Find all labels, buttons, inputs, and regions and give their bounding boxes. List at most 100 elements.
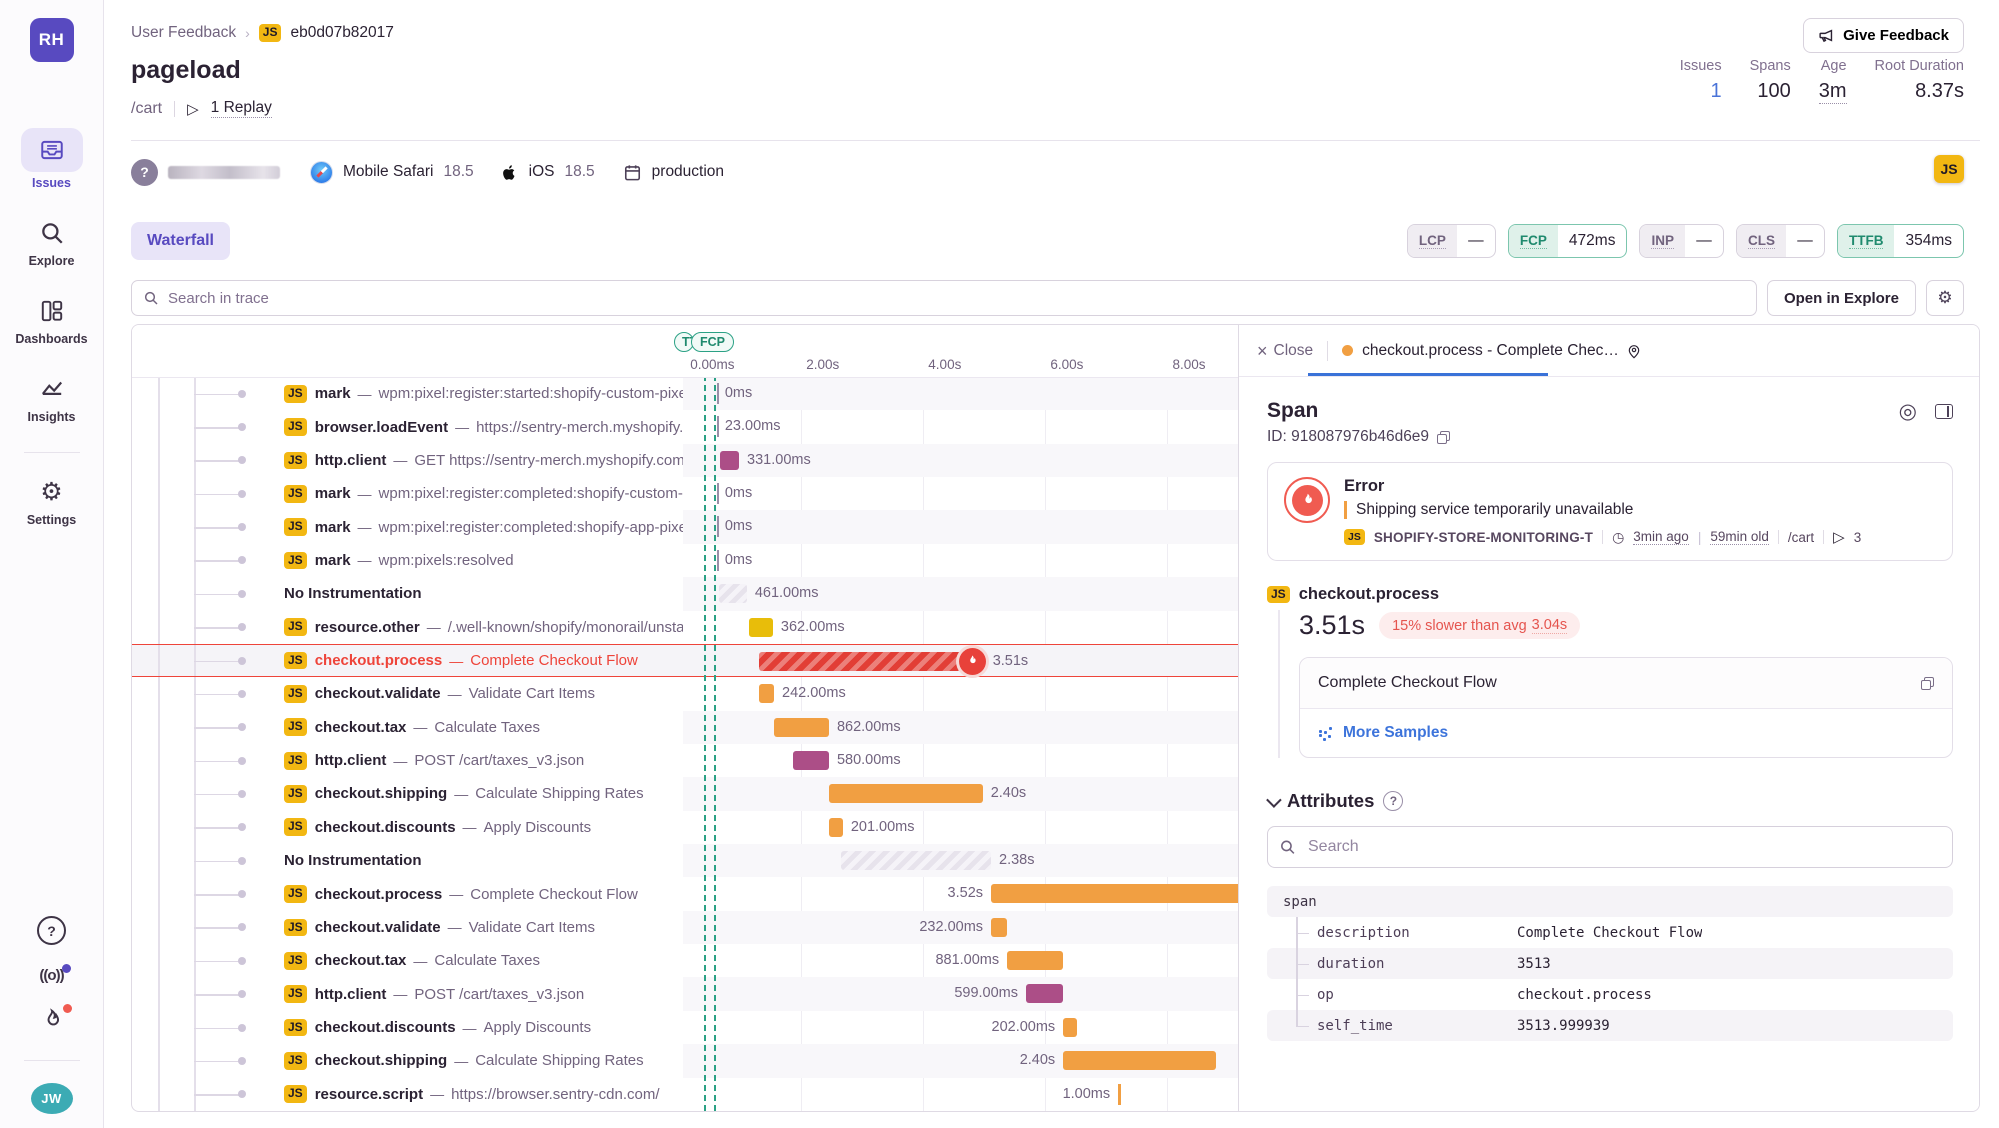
trace-row[interactable]: JScheckout.tax—Calculate Taxes881.00ms xyxy=(132,944,1238,977)
tree-node[interactable] xyxy=(238,923,246,931)
tree-node[interactable] xyxy=(238,590,246,598)
tree-node[interactable] xyxy=(238,1024,246,1032)
sidebar-item-dashboards[interactable]: Dashboards xyxy=(15,294,87,346)
span-bar[interactable] xyxy=(991,918,1007,937)
focus-span-icon[interactable]: ◎ xyxy=(1899,401,1917,422)
stat-value[interactable]: 1 xyxy=(1710,80,1721,103)
tree-node[interactable] xyxy=(238,1090,246,1098)
help-icon[interactable]: ? xyxy=(37,916,66,945)
span-bar[interactable] xyxy=(759,684,774,703)
tree-node[interactable] xyxy=(238,890,246,898)
trace-row[interactable]: JShttp.client—POST /cart/taxes_v3.json58… xyxy=(132,744,1238,777)
trace-row[interactable]: JSmark—wpm:pixel:register:started:shopif… xyxy=(132,377,1238,410)
replay-link[interactable]: 1 Replay xyxy=(211,99,272,118)
span-bar[interactable] xyxy=(1118,1084,1121,1105)
attribute-group[interactable]: span xyxy=(1267,886,1953,917)
attribute-row[interactable]: descriptionComplete Checkout Flow xyxy=(1267,917,1953,948)
whats-new-button[interactable]: ((o)) xyxy=(39,967,63,985)
span-bar[interactable] xyxy=(774,718,829,737)
span-bar[interactable] xyxy=(717,383,720,404)
stat-value[interactable]: 3m xyxy=(1819,80,1847,104)
attribute-row[interactable]: opcheckout.process xyxy=(1267,979,1953,1010)
trace-row[interactable]: JSbrowser.loadEvent—https://sentry-merch… xyxy=(132,410,1238,443)
trace-row[interactable]: JScheckout.shipping—Calculate Shipping R… xyxy=(132,1044,1238,1077)
metric-lcp[interactable]: LCP— xyxy=(1407,224,1496,258)
trace-row[interactable]: JSresource.other—/.well-known/shopify/mo… xyxy=(132,611,1238,644)
span-bar[interactable] xyxy=(720,451,739,470)
attributes-header[interactable]: Attributes ? xyxy=(1267,790,1953,812)
trace-settings-button[interactable]: ⚙ xyxy=(1926,280,1964,316)
trace-row[interactable]: JSmark—wpm:pixel:register:completed:shop… xyxy=(132,477,1238,510)
trace-row[interactable]: JScheckout.tax—Calculate Taxes862.00ms xyxy=(132,711,1238,744)
vital-pill-fcp[interactable]: FCP xyxy=(691,332,734,352)
trace-row[interactable]: No Instrumentation2.38s xyxy=(132,844,1238,877)
trace-row[interactable]: JScheckout.shipping—Calculate Shipping R… xyxy=(132,777,1238,810)
metric-ttfb[interactable]: TTFB354ms xyxy=(1837,224,1964,258)
span-bar[interactable] xyxy=(793,751,829,770)
error-message[interactable]: Shipping service temporarily unavailable xyxy=(1344,501,1861,519)
span-bar[interactable] xyxy=(829,784,983,803)
tree-node[interactable] xyxy=(238,990,246,998)
tree-node[interactable] xyxy=(238,857,246,865)
sidebar-item-explore[interactable]: Explore xyxy=(21,216,83,268)
trace-row[interactable]: JScheckout.validate—Validate Cart Items2… xyxy=(132,677,1238,710)
open-in-explore-button[interactable]: Open in Explore xyxy=(1767,280,1916,316)
tree-node[interactable] xyxy=(238,456,246,464)
tree-node[interactable] xyxy=(238,1057,246,1065)
span-bar[interactable] xyxy=(1063,1018,1077,1037)
trace-row[interactable]: JScheckout.process—Complete Checkout Flo… xyxy=(132,644,1238,677)
span-bar[interactable] xyxy=(719,584,747,603)
metric-cls[interactable]: CLS— xyxy=(1736,224,1825,258)
trace-row[interactable]: JScheckout.validate—Validate Cart Items2… xyxy=(132,911,1238,944)
trace-row[interactable]: JSmark—wpm:pixel:register:completed:shop… xyxy=(132,510,1238,543)
sidebar-item-insights[interactable]: Insights xyxy=(21,372,83,424)
tree-node[interactable] xyxy=(238,490,246,498)
span-bar[interactable] xyxy=(991,884,1238,903)
error-age[interactable]: 3min ago xyxy=(1633,529,1689,545)
search-in-trace-input[interactable] xyxy=(131,280,1757,316)
span-bar[interactable] xyxy=(717,516,720,537)
replay-count[interactable]: 3 xyxy=(1854,530,1862,545)
tree-node[interactable] xyxy=(238,690,246,698)
trace-row[interactable]: JScheckout.discounts—Apply Discounts202.… xyxy=(132,1011,1238,1044)
span-bar[interactable] xyxy=(717,550,720,571)
error-card[interactable]: Error Shipping service temporarily unava… xyxy=(1267,462,1953,561)
panel-layout-icon[interactable] xyxy=(1935,404,1953,419)
trace-row[interactable]: JScheckout.process—Complete Checkout Flo… xyxy=(132,877,1238,910)
span-bar[interactable] xyxy=(1007,951,1063,970)
span-bar[interactable] xyxy=(749,618,773,637)
release-age[interactable]: 59min old xyxy=(1710,529,1769,545)
more-samples-link[interactable]: More Samples xyxy=(1343,724,1448,742)
sidebar-item-settings[interactable]: ⚙Settings xyxy=(21,475,83,527)
sidebar-item-issues[interactable]: Issues xyxy=(21,128,83,190)
tree-node[interactable] xyxy=(238,957,246,965)
tree-node[interactable] xyxy=(238,523,246,531)
attribute-row[interactable]: self_time3513.999939 xyxy=(1267,1010,1953,1041)
trace-row[interactable]: JShttp.client—POST /cart/taxes_v3.json59… xyxy=(132,977,1238,1010)
span-bar[interactable] xyxy=(1026,984,1063,1003)
trace-row[interactable]: JSresource.script—https://browser.sentry… xyxy=(132,1078,1238,1111)
onboarding-button[interactable] xyxy=(39,1007,65,1038)
tree-node[interactable] xyxy=(238,790,246,798)
user-avatar[interactable]: JW xyxy=(31,1083,73,1114)
tab-waterfall[interactable]: Waterfall xyxy=(131,222,230,260)
tree-node[interactable] xyxy=(238,823,246,831)
close-panel-button[interactable]: × Close xyxy=(1257,342,1313,360)
avg-duration[interactable]: 3.04s xyxy=(1532,617,1567,634)
pin-icon[interactable] xyxy=(1626,343,1642,359)
metric-fcp[interactable]: FCP472ms xyxy=(1508,224,1628,258)
attributes-search-input[interactable] xyxy=(1267,826,1953,868)
trace-row[interactable]: JSmark—wpm:pixels:resolved0ms xyxy=(132,544,1238,577)
span-tab[interactable]: checkout.process - Complete Chec… xyxy=(1342,342,1642,360)
tree-node[interactable] xyxy=(238,757,246,765)
breadcrumb-section[interactable]: User Feedback xyxy=(131,24,236,42)
tree-node[interactable] xyxy=(238,423,246,431)
tree-node[interactable] xyxy=(238,390,246,398)
tree-node[interactable] xyxy=(238,556,246,564)
span-bar[interactable] xyxy=(841,851,991,870)
span-bar[interactable] xyxy=(829,818,843,837)
span-bar[interactable] xyxy=(1063,1051,1216,1070)
help-icon[interactable]: ? xyxy=(1383,791,1403,811)
span-bar[interactable] xyxy=(717,483,720,504)
org-avatar[interactable]: RH xyxy=(30,18,74,62)
